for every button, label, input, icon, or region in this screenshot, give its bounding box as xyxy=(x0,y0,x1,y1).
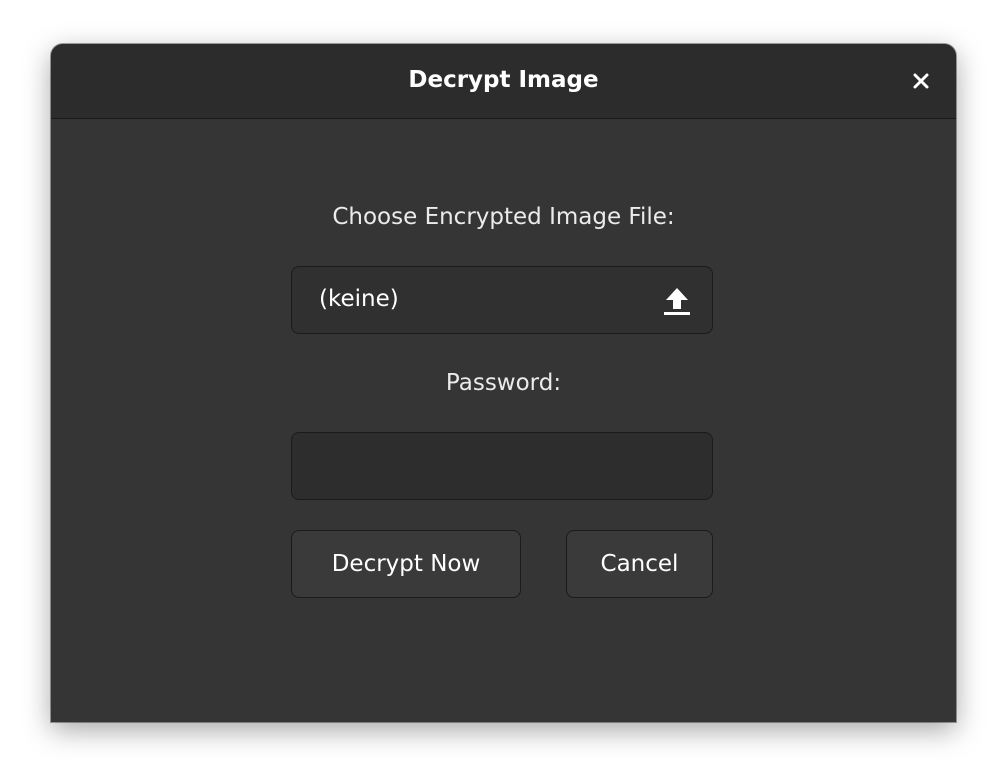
password-input[interactable] xyxy=(291,432,713,500)
file-chooser-label: Choose Encrypted Image File: xyxy=(332,204,675,230)
upload-icon xyxy=(664,288,690,315)
cancel-button[interactable]: Cancel xyxy=(566,530,713,598)
close-button[interactable] xyxy=(906,66,936,96)
decrypt-dialog: Decrypt Image Choose Encrypted Image Fil… xyxy=(51,44,956,722)
close-icon xyxy=(913,73,929,89)
dialog-title: Decrypt Image xyxy=(408,67,599,93)
password-label: Password: xyxy=(445,370,562,396)
file-chooser-value: (keine) xyxy=(319,286,399,312)
file-chooser-button[interactable]: (keine) xyxy=(291,266,713,334)
decrypt-now-button[interactable]: Decrypt Now xyxy=(291,530,521,598)
title-bar: Decrypt Image xyxy=(51,44,956,119)
